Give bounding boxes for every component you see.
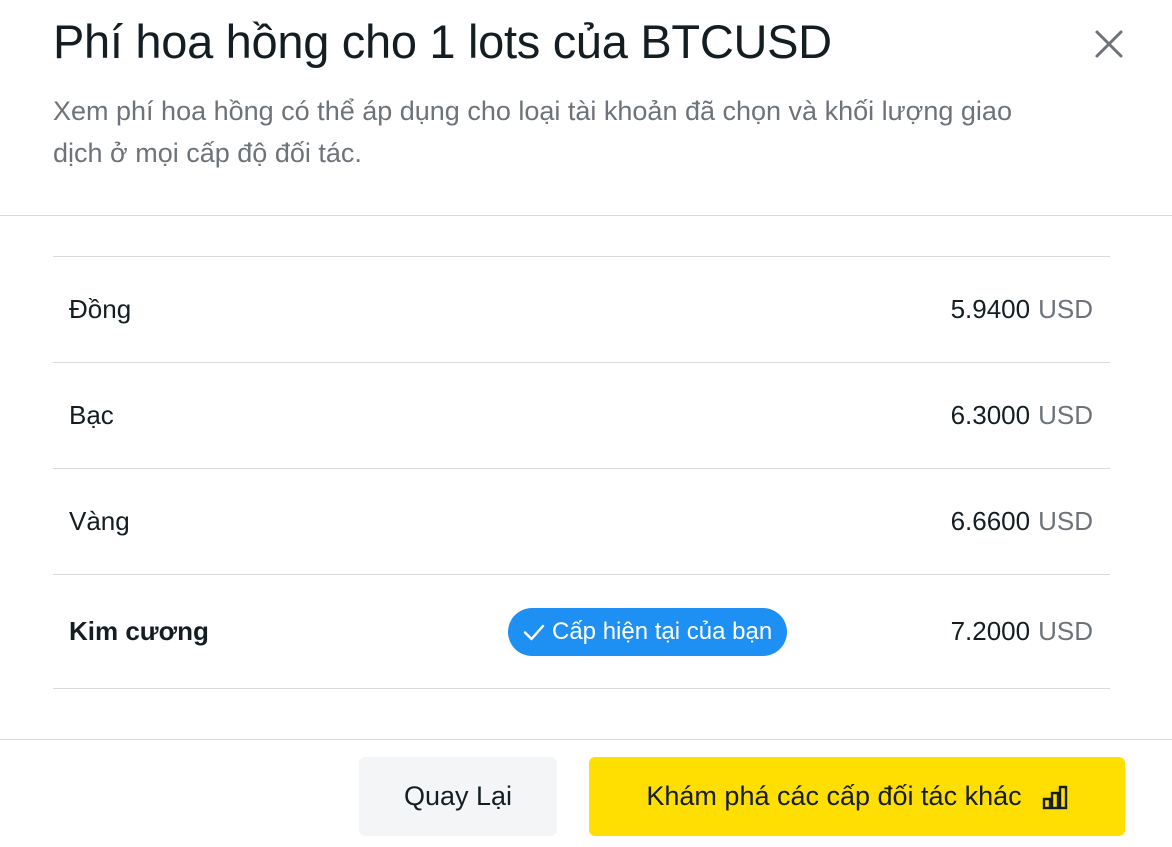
dialog-footer: Quay Lại Khám phá các cấp đối tác khác xyxy=(0,739,1172,847)
tier-amount: 6.3000 xyxy=(950,400,1031,430)
tier-commission: 6.3000 USD xyxy=(951,400,1093,431)
tier-currency: USD xyxy=(1038,616,1093,646)
tier-name: Bạc xyxy=(69,400,114,430)
tier-currency: USD xyxy=(1038,400,1093,430)
tier-amount: 5.9400 xyxy=(950,294,1031,324)
tier-name: Vàng xyxy=(69,506,130,536)
tier-name: Đồng xyxy=(69,294,132,324)
tier-row: Đồng 5.9400 USD xyxy=(53,256,1110,362)
dialog-header: Phí hoa hồng cho 1 lots của BTCUSD Xem p… xyxy=(0,0,1172,216)
tier-list: Đồng 5.9400 USD Bạc 6.3000 USD Vàng 6.6600… xyxy=(0,216,1172,739)
dialog-title: Phí hoa hồng cho 1 lots của BTCUSD xyxy=(53,15,832,68)
dialog-subtitle: Xem phí hoa hồng có thể áp dụng cho loại… xyxy=(53,96,1012,168)
tier-commission: 6.6600 USD xyxy=(951,506,1093,537)
explore-tiers-button-label: Khám phá các cấp đối tác khác xyxy=(646,781,1022,811)
checkmark-icon xyxy=(523,624,545,641)
tier-name: Kim cương xyxy=(69,616,209,646)
tier-row: Bạc 6.3000 USD xyxy=(53,362,1110,468)
divider xyxy=(53,688,1110,689)
tier-currency: USD xyxy=(1038,506,1093,536)
tier-commission: 7.2000 USD xyxy=(951,616,1093,647)
tier-currency: USD xyxy=(1038,294,1093,324)
bar-chart-icon xyxy=(1042,785,1067,809)
close-icon xyxy=(1095,30,1123,58)
current-tier-badge: Cấp hiện tại của bạn xyxy=(508,608,788,656)
tier-amount: 6.6600 xyxy=(950,506,1031,536)
current-tier-badge-label: Cấp hiện tại của bạn xyxy=(552,618,773,645)
tier-row: Vàng 6.6600 USD xyxy=(53,468,1110,574)
close-button[interactable] xyxy=(1087,22,1131,66)
tier-amount: 7.2000 xyxy=(950,616,1031,646)
tier-commission: 5.9400 USD xyxy=(951,294,1093,325)
commission-dialog: Phí hoa hồng cho 1 lots của BTCUSD Xem p… xyxy=(0,0,1172,847)
back-button-label: Quay Lại xyxy=(403,781,513,811)
tier-row-current: Kim cương Cấp hiện tại của bạn 7.2000 USD xyxy=(53,574,1110,688)
explore-tiers-button[interactable]: Khám phá các cấp đối tác khác xyxy=(589,757,1125,836)
back-button[interactable]: Quay Lại xyxy=(359,757,557,836)
